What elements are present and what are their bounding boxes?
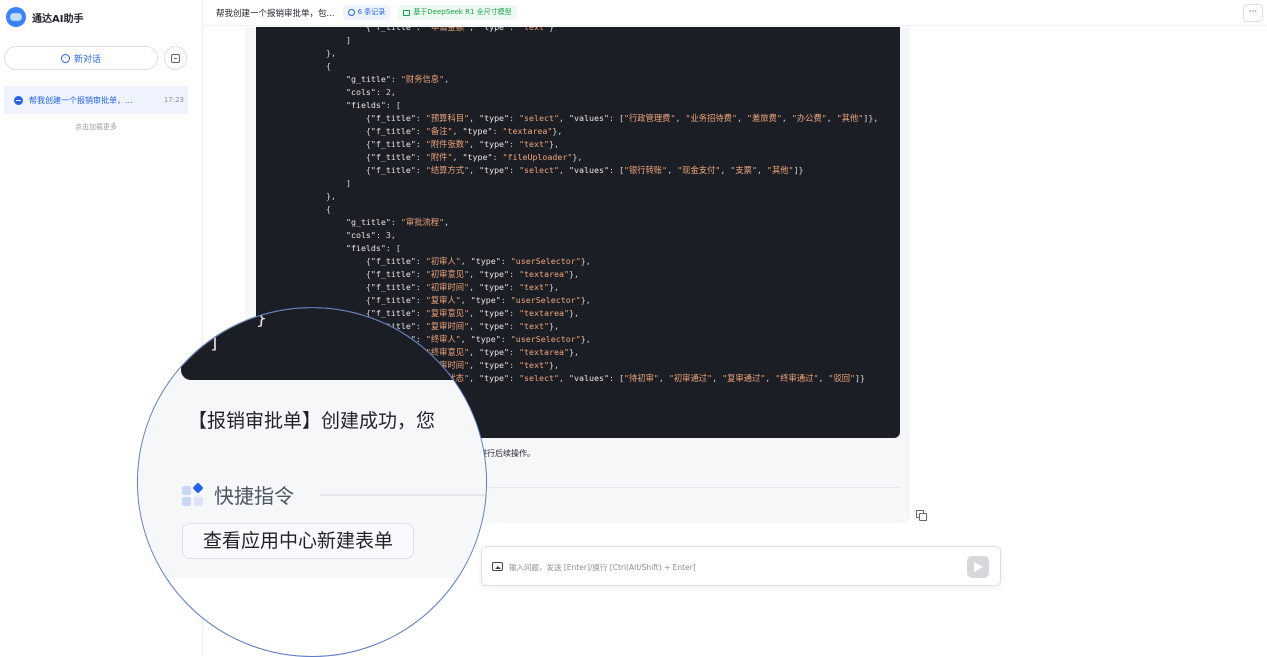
code-line: ] bbox=[286, 178, 351, 188]
thumb-up-icon bbox=[403, 9, 411, 16]
code-line: }, bbox=[286, 48, 336, 58]
records-badge-label: 6 条记录 bbox=[357, 8, 386, 16]
code-line: {"f_title": "申请金额", "type": "text"} bbox=[286, 27, 555, 32]
code-line: { bbox=[286, 204, 331, 214]
quick-command-chip[interactable]: 查看应用中心新建表单 bbox=[182, 523, 415, 559]
quick-commands-divider bbox=[320, 494, 486, 496]
code-line: "cols": 2, bbox=[345, 87, 396, 97]
code-line: {"f_title": "附件张数", "type": "text"}, bbox=[286, 139, 560, 149]
app-name: 通达AI助手 bbox=[32, 13, 84, 25]
model-badge: 基于DeepSeek R1 全尺寸模型 bbox=[398, 5, 517, 20]
model-badge-label: 基于DeepSeek R1 全尺寸模型 bbox=[413, 8, 512, 16]
conversation-item[interactable]: 帮我创建一个报销审批单，... 17:23 bbox=[4, 86, 188, 114]
chat-input-box bbox=[481, 546, 1001, 586]
chat-bubble-icon: · bbox=[60, 53, 70, 63]
code-line: "fields": [ bbox=[345, 100, 401, 110]
more-options-button[interactable]: ··· bbox=[1243, 4, 1263, 22]
code-line: {"f_title": "附件", "type": "fileUploader"… bbox=[286, 152, 583, 162]
send-button[interactable] bbox=[967, 556, 989, 578]
code-line: "fields": [ bbox=[345, 243, 401, 253]
code-line: {"f_title": "备注", "type": "textarea"}, bbox=[286, 126, 563, 136]
copy-icon[interactable] bbox=[916, 510, 927, 521]
magnified-bracket: } bbox=[256, 308, 267, 329]
conversation-title: 帮我创建一个报销审批单，... bbox=[29, 95, 133, 105]
new-chat-label: 新对话 bbox=[73, 54, 101, 65]
load-more-link[interactable]: 点击加载更多 bbox=[0, 122, 192, 132]
clock-icon bbox=[347, 9, 355, 16]
chat-title: 帮我创建一个报销审批单，包... bbox=[216, 8, 335, 19]
code-line: ] bbox=[286, 35, 351, 45]
code-line: {"f_title": "预算科目", "type": "select", "v… bbox=[286, 113, 879, 123]
new-chat-button[interactable]: · 新对话 bbox=[4, 46, 158, 70]
quick-command-icon bbox=[182, 481, 204, 506]
image-upload-icon[interactable] bbox=[492, 562, 503, 571]
archive-icon bbox=[171, 53, 180, 63]
magnified-code-block: } ] bbox=[181, 308, 486, 380]
code-line: "cols": 3, bbox=[345, 230, 396, 240]
code-line: {"f_title": "初审人", "type": "userSelector… bbox=[286, 256, 591, 266]
code-line: {"f_title": "复审人", "type": "userSelector… bbox=[286, 295, 591, 305]
code-line: { bbox=[286, 61, 331, 71]
quick-commands-header: 快捷指令 bbox=[182, 480, 294, 509]
conversation-time: 17:23 bbox=[163, 96, 184, 104]
records-badge[interactable]: 6 条记录 bbox=[342, 5, 391, 20]
magnified-bracket: ] bbox=[209, 332, 220, 353]
app-logo-icon bbox=[6, 7, 26, 27]
code-line: }, bbox=[286, 191, 336, 201]
code-line: {"f_title": "初审意见", "type": "textarea"}, bbox=[286, 269, 580, 279]
chat-input[interactable] bbox=[509, 559, 949, 575]
success-message: 【报销审批单】创建成功，您 bbox=[188, 410, 436, 432]
code-line: {"f_title": "初审时间", "type": "text"}, bbox=[286, 282, 560, 292]
code-line: {"f_title": "结算方式", "type": "select", "v… bbox=[286, 165, 804, 175]
quick-commands-label: 快捷指令 bbox=[214, 484, 294, 508]
magnifier-lens: } ] 【报销审批单】创建成功，您 快捷指令 查看应用中心新建表单 bbox=[137, 307, 487, 657]
history-button[interactable] bbox=[164, 46, 187, 70]
chat-bubble-icon bbox=[14, 95, 23, 105]
code-line: "g_title": "审批流程", bbox=[345, 217, 450, 227]
chat-header: 帮我创建一个报销审批单，包... 6 条记录 基于DeepSeek R1 全尺寸… bbox=[203, 0, 1267, 26]
brand: 通达AI助手 bbox=[6, 6, 83, 28]
code-line: "g_title": "财务信息", bbox=[345, 74, 450, 84]
